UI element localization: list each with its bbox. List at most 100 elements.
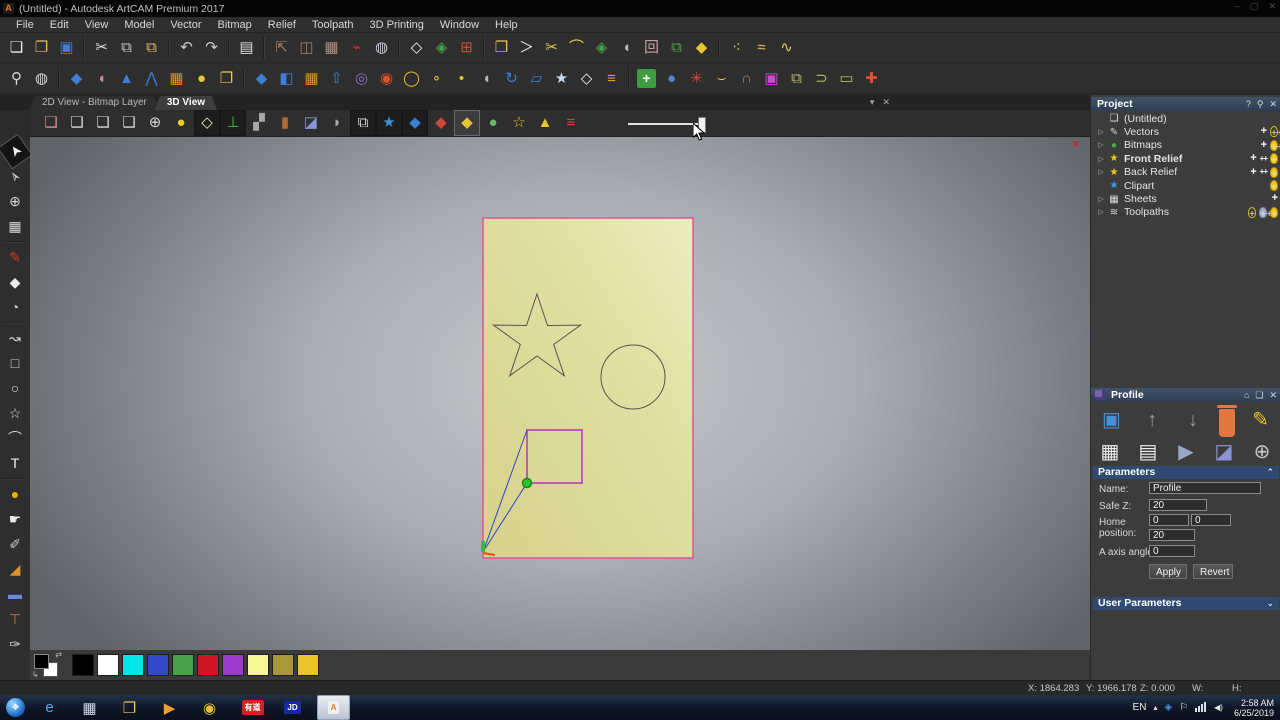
start-button[interactable]: ❖ [6,698,25,717]
marquee-magenta-icon[interactable]: ▣ [759,66,784,92]
project-tree-item[interactable]: ▷ ● Bitmaps + ++ + [1091,139,1280,152]
copy-timer-icon[interactable]: ⧉ [350,110,376,136]
mirror-relief-icon[interactable]: ◫ [294,35,319,61]
measure-tool-icon[interactable]: ◔ [2,295,28,320]
tree-expand-icon[interactable]: ▷ [1095,128,1107,136]
menu-item[interactable]: 3D Printing [361,19,431,31]
light-lamp-icon[interactable]: ⌁ [344,35,369,61]
stack-blue-red-icon[interactable]: ◆ [402,110,428,136]
safe-z-input[interactable] [1149,499,1207,511]
transform-tool-icon[interactable]: ⊕ [2,189,28,214]
taskbar-youdao-icon[interactable]: 有道 [237,696,268,719]
create-circles-icon[interactable]: ⁖ [724,35,749,61]
layer-squares-icon[interactable]: ▦ [319,35,344,61]
tree-expand-icon[interactable]: ▷ [1095,141,1107,149]
tree-expand-icon[interactable]: ▷ [1095,155,1107,163]
close-button[interactable]: ✕ [1268,1,1276,12]
layers-rgb-icon[interactable]: ≡ [558,110,584,136]
diamond-yellow-icon[interactable]: ◆ [454,110,480,136]
wrap-vector-icon[interactable]: ◖ [614,35,639,61]
open-model-icon[interactable]: ❐ [29,35,54,61]
menu-item[interactable]: Vector [162,19,209,31]
edit-profile-icon[interactable]: ✎ [1246,406,1276,434]
move-down-icon[interactable]: ↓ [1178,406,1208,434]
swatch-blue[interactable] [147,654,169,676]
view-cube-top-icon[interactable]: ❑ [64,110,90,136]
spiral-maze-icon[interactable]: 回 [639,35,664,61]
raise-relief-icon[interactable]: ⇧ [324,66,349,92]
vector-select-icon[interactable]: ＞ [514,35,539,61]
relief-clipart-folder-icon[interactable]: ❐ [214,66,239,92]
taskbar-calculator-icon[interactable]: ▦ [77,696,108,719]
tree-action-3[interactable]: + [1272,193,1278,204]
cylinder-icon[interactable]: ▮ [272,110,298,136]
polyline-tool-icon[interactable]: ↝ [2,326,28,351]
taskbar-jd-icon[interactable]: JD [277,696,308,719]
cut-icon[interactable]: ✂ [89,35,114,61]
swatch-black[interactable] [72,654,94,676]
layer-stack-icon[interactable]: ≡ [599,66,624,92]
nesting-icon[interactable]: ◆ [689,35,714,61]
profile-dock-icon[interactable]: ❏ [1255,388,1263,402]
swatch-red[interactable] [197,654,219,676]
delete-profile-icon[interactable] [1219,409,1235,437]
project-tree-item[interactable]: ▷ ▦ Sheets + ++ + [1091,192,1280,205]
tab-close-icon[interactable]: ✕ [882,97,890,108]
zoom-object-icon[interactable]: ⚲ [4,66,29,92]
taskbar-ie-icon[interactable]: e [37,696,68,719]
chisel-tool-icon[interactable]: ◢ [2,557,28,582]
star-blue-icon[interactable]: ★ [376,110,402,136]
taskbar-artcam-icon[interactable]: A [317,695,350,720]
tree-action-2[interactable]: ++ [1260,155,1267,163]
primary-secondary-color[interactable]: ⇄ ↳ [34,654,60,676]
move-up-icon[interactable]: ↑ [1137,406,1167,434]
menu-item[interactable]: Toolpath [304,19,362,31]
copy-icon[interactable]: ⧉ [114,35,139,61]
tree-action-3[interactable]: + [1270,180,1278,191]
canvas-viewport[interactable]: ✕ [30,137,1090,650]
home-x-input[interactable] [1149,514,1189,526]
swatch-olive[interactable] [272,654,294,676]
project-tree-item[interactable]: ▷ ✎ Vectors + ++ + [1091,125,1280,138]
user-parameters-section-header[interactable]: User Parameters ⌄ [1093,597,1279,610]
taskbar-explorer-icon[interactable]: ❐ [117,696,148,719]
menu-item[interactable]: Bitmap [210,19,260,31]
swatch-purple[interactable] [222,654,244,676]
taskbar-media-player-icon[interactable]: ▶ [157,696,188,719]
new-model-icon[interactable]: ❏ [4,35,29,61]
minimize-button[interactable]: – [1235,1,1240,12]
menu-item[interactable]: File [8,19,42,31]
constrain-arc-icon[interactable]: ⌣ [709,66,734,92]
tree-action-1[interactable]: + [1250,167,1256,178]
tree-action-2[interactable]: ++ [1259,207,1267,218]
swatch-green[interactable] [172,654,194,676]
round-rect-icon[interactable]: ▭ [834,66,859,92]
project-tree-item[interactable]: ▷ ★ Front Relief + ++ + [1091,152,1280,165]
relief-layers-blue-icon[interactable]: ◪ [298,110,324,136]
offset-vector-icon[interactable]: ◈ [589,35,614,61]
sheet-relief-icon[interactable]: ▱ [524,66,549,92]
star-tool-icon[interactable]: ☆ [2,401,28,426]
polyline-node[interactable] [523,479,532,488]
tree-action-1[interactable]: + [1248,207,1256,218]
tree-action-3[interactable]: + [1270,207,1278,218]
flood-fill-icon[interactable]: ◇ [404,35,429,61]
airbrush-tool-icon[interactable]: ✐ [2,532,28,557]
stack-red-icon[interactable]: ◆ [428,110,454,136]
expand-chevron-icon[interactable]: ⌄ [1266,597,1274,610]
collapse-chevron-icon[interactable]: ⌃ [1266,466,1274,479]
tree-expand-icon[interactable]: ▷ [1095,195,1107,203]
tab-3d-view[interactable]: 3D View [155,96,217,110]
text-tool-icon[interactable]: T [2,451,28,476]
tab-collapse-icon[interactable]: ▾ [870,97,875,108]
menu-item[interactable]: View [77,19,117,31]
star-search-icon[interactable]: ☆ [506,110,532,136]
project-pin-icon[interactable]: ⚲ [1257,97,1264,111]
parameters-section-header[interactable]: Parameters ⌃ [1093,466,1279,479]
relief-spike-icon[interactable]: ▲ [114,66,139,92]
light-settings-icon[interactable]: ◍ [369,35,394,61]
save-model-icon[interactable]: ▣ [54,35,79,61]
home-y-input[interactable] [1191,514,1231,526]
save-profile-icon[interactable]: ▣ [1096,406,1126,434]
relief-blob-icon[interactable]: ● [189,66,214,92]
